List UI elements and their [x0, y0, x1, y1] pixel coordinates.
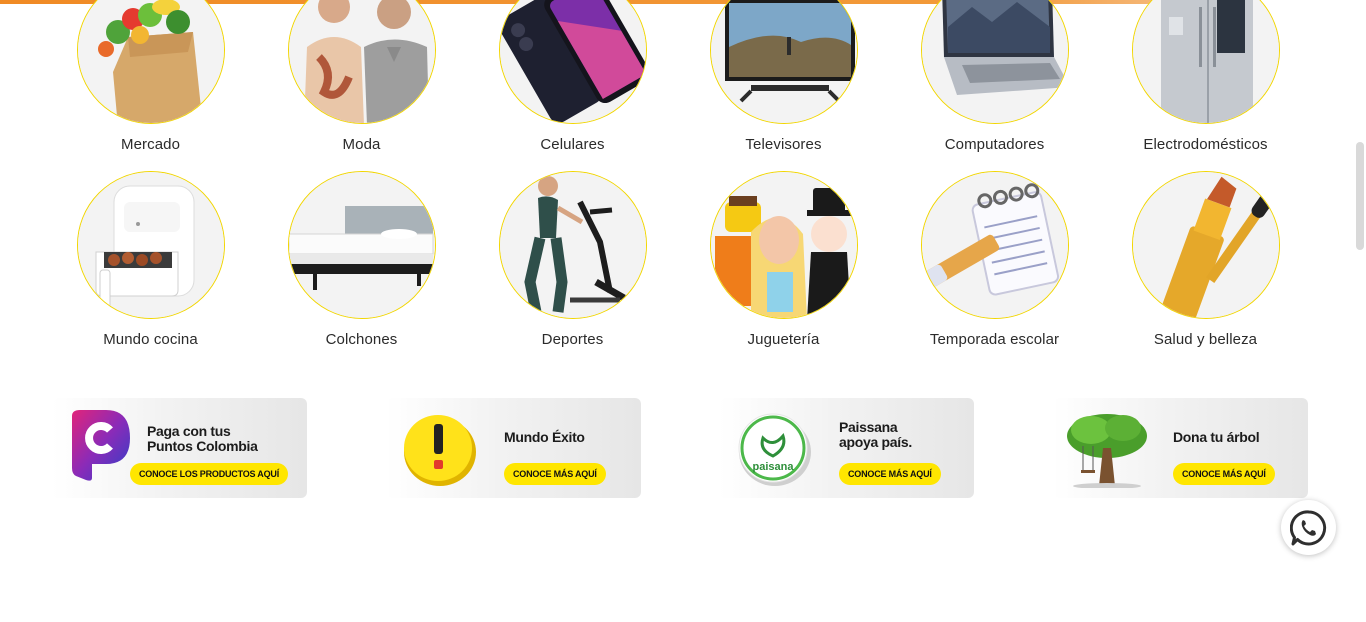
tree-swing-icon [1059, 408, 1155, 489]
category-label: Mundo cocina [103, 331, 198, 348]
conoce-mas-button[interactable]: CONOCE MÁS AQUÍ [839, 463, 941, 485]
whatsapp-chat-button[interactable] [1281, 500, 1336, 555]
grocery-bag-icon[interactable] [76, 0, 225, 124]
category-mercado[interactable]: Mercado [45, 0, 256, 153]
category-label: Moda [342, 136, 381, 153]
air-fryer-icon[interactable] [76, 171, 225, 319]
banner-mundo-exito[interactable]: Mundo Éxito CONOCE MÁS AQUÍ [386, 398, 641, 498]
category-computadores[interactable]: Computadores [889, 0, 1100, 153]
laptop-icon[interactable] [920, 0, 1069, 124]
category-colchones[interactable]: Colchones [256, 171, 467, 348]
paisana-logo-text: paisana [753, 461, 795, 473]
mattress-icon[interactable] [287, 171, 436, 319]
conoce-mas-button[interactable]: CONOCE MÁS AQUÍ [504, 463, 606, 485]
fashion-couple-icon[interactable] [287, 0, 436, 124]
lipstick-mascara-icon[interactable] [1131, 171, 1280, 319]
category-row: Mundo cocina Colchones Deportes Jugueter… [45, 171, 1311, 348]
category-celulares[interactable]: Celulares [467, 0, 678, 153]
banner-title-line1: Dona tu árbol [1173, 429, 1260, 445]
category-label: Temporada escolar [929, 331, 1060, 348]
banner-title-line2: apoya país. [839, 434, 912, 450]
category-deportes[interactable]: Deportes [467, 171, 678, 348]
banner-title-line1: Paissana [839, 419, 898, 435]
category-jugueteria[interactable]: Juguetería [678, 171, 889, 348]
exclamation-coin-icon [400, 408, 480, 488]
smartphone-icon[interactable] [498, 0, 647, 124]
category-televisores[interactable]: Televisores [678, 0, 889, 153]
category-label: Televisores [745, 136, 822, 153]
conoce-productos-button[interactable]: CONOCE LOS PRODUCTOS AQUÍ [130, 463, 289, 485]
elliptical-trainer-icon[interactable] [498, 171, 647, 319]
category-electrodomesticos[interactable]: Electrodomésticos [1100, 0, 1311, 153]
banner-title-line2: Puntos Colombia [147, 438, 258, 454]
category-label: Mercado [120, 136, 181, 153]
banner-dona-tu-arbol[interactable]: Dona tu árbol CONOCE MÁS AQUÍ [1053, 398, 1308, 498]
notebook-pencil-icon[interactable] [920, 171, 1069, 319]
category-label: Juguetería [747, 331, 820, 348]
toys-icon[interactable] [709, 171, 858, 319]
category-salud-y-belleza[interactable]: Salud y belleza [1100, 171, 1311, 348]
whatsapp-icon [1289, 509, 1326, 545]
refrigerator-icon[interactable] [1131, 0, 1280, 124]
television-icon[interactable] [709, 0, 858, 124]
category-label: Deportes [541, 331, 604, 348]
category-label: Celulares [540, 136, 605, 153]
banner-title-line1: Mundo Éxito [504, 429, 585, 445]
page-scrollbar[interactable] [1356, 142, 1364, 250]
category-label: Colchones [325, 331, 398, 348]
conoce-mas-button[interactable]: CONOCE MÁS AQUÍ [1173, 463, 1275, 485]
category-row: Mercado Moda Celulares Televisores Compu… [45, 0, 1311, 153]
category-temporada-escolar[interactable]: Temporada escolar [889, 171, 1100, 348]
category-label: Electrodomésticos [1143, 136, 1268, 153]
category-moda[interactable]: Moda [256, 0, 467, 153]
banner-title-line1: Paga con tus [147, 423, 231, 439]
paisana-badge-icon: paisana [733, 408, 813, 488]
banner-puntos-colombia[interactable]: Paga con tus Puntos Colombia CONOCE LOS … [52, 398, 307, 498]
category-mundo-cocina[interactable]: Mundo cocina [45, 171, 256, 348]
banner-paissana[interactable]: paisana Paissana apoya país. CONOCE MÁS … [719, 398, 974, 498]
promo-banners: Paga con tus Puntos Colombia CONOCE LOS … [52, 398, 1310, 498]
category-label: Computadores [944, 136, 1045, 153]
category-label: Salud y belleza [1153, 331, 1258, 348]
